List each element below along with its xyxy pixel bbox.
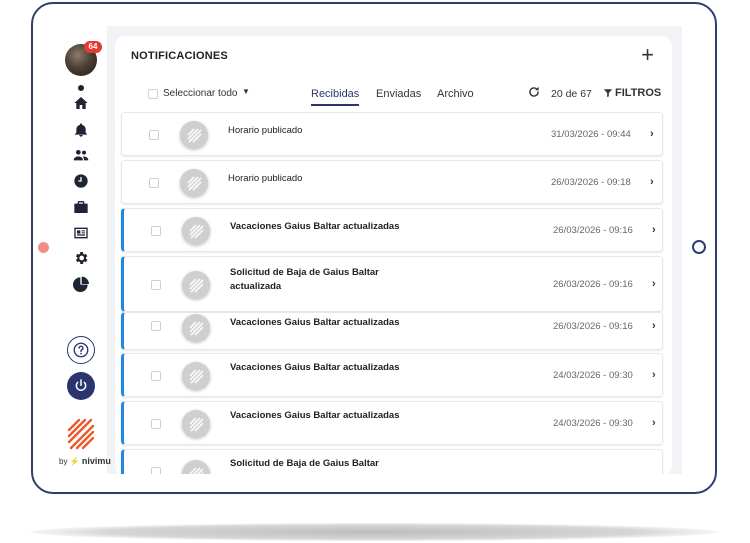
row-checkbox[interactable] <box>149 130 159 140</box>
notification-row[interactable]: Vacaciones Gaius Baltar actualizadas 24/… <box>121 401 663 445</box>
question-icon <box>73 342 89 358</box>
notification-date: 26/03/2026 - 09:16 <box>553 321 633 332</box>
brand-logo <box>67 418 95 450</box>
notification-date: 26/03/2026 - 09:16 <box>553 225 633 236</box>
notification-date: 24/03/2026 - 09:30 <box>553 370 633 381</box>
page-title: NOTIFICACIONES <box>131 50 228 62</box>
notification-avatar-icon <box>180 121 208 149</box>
chevron-right-icon[interactable]: › <box>650 176 654 188</box>
home-button[interactable] <box>692 240 706 254</box>
row-checkbox[interactable] <box>151 371 161 381</box>
row-checkbox[interactable] <box>151 226 161 236</box>
notification-avatar-icon <box>182 362 210 390</box>
notification-text: Vacaciones Gaius Baltar actualizadas <box>230 362 400 373</box>
help-button[interactable] <box>67 336 95 364</box>
chevron-right-icon[interactable]: › <box>652 278 656 290</box>
select-all-label[interactable]: Seleccionar todo <box>163 88 238 99</box>
notification-avatar-icon <box>182 314 210 342</box>
notification-count-badge: 64 <box>84 41 102 53</box>
id-card-icon[interactable] <box>71 224 91 242</box>
notification-avatar-icon <box>182 410 210 438</box>
notification-row[interactable]: Vacaciones Gaius Baltar actualizadas 26/… <box>121 208 663 252</box>
device-shadow <box>30 523 718 541</box>
brand-mark-icon: ⚡ <box>69 457 80 466</box>
notification-avatar-icon <box>182 271 210 299</box>
notification-text: Solicitud de Baja de Gaius Baltar <box>230 458 379 469</box>
notification-avatar-icon <box>180 169 208 197</box>
camera-dot <box>38 242 49 253</box>
toolbar: Seleccionar todo ▼ Recibidas Enviadas Ar… <box>115 84 672 112</box>
notification-date: 26/03/2026 - 09:16 <box>553 279 633 290</box>
select-all-checkbox[interactable] <box>148 89 158 99</box>
row-checkbox[interactable] <box>151 280 161 290</box>
brand-byline: by ⚡ nivimu <box>59 456 111 466</box>
row-checkbox[interactable] <box>149 178 159 188</box>
pagination-count: 20 de 67 <box>551 88 592 100</box>
people-icon[interactable] <box>71 146 91 164</box>
status-dot <box>78 85 84 91</box>
chevron-right-icon[interactable]: › <box>652 369 656 381</box>
filter-icon <box>603 89 613 98</box>
notification-avatar-icon <box>182 217 210 245</box>
notification-row[interactable]: Horario publicado 26/03/2026 - 09:18 › <box>121 160 663 204</box>
plus-icon[interactable]: + <box>641 44 654 66</box>
chevron-right-icon[interactable]: › <box>652 224 656 236</box>
notification-row[interactable]: Vacaciones Gaius Baltar actualizadas 24/… <box>121 353 663 397</box>
notification-avatar-icon <box>182 460 210 474</box>
notification-date: 31/03/2026 - 09:44 <box>551 129 631 140</box>
notification-text: Horario publicado <box>228 125 303 136</box>
row-checkbox[interactable] <box>151 321 161 331</box>
row-checkbox[interactable] <box>151 467 161 474</box>
notification-text: Horario publicado <box>228 173 303 184</box>
refresh-icon[interactable] <box>527 85 541 99</box>
power-icon <box>75 379 87 391</box>
briefcase-icon[interactable] <box>71 198 91 216</box>
logout-button[interactable] <box>67 372 95 400</box>
tab-recibidas[interactable]: Recibidas <box>311 88 360 106</box>
home-icon[interactable] <box>71 94 91 112</box>
notification-row[interactable]: Horario publicado 31/03/2026 - 09:44 › <box>121 112 663 156</box>
bell-icon[interactable] <box>71 121 91 139</box>
notification-text: Vacaciones Gaius Baltar actualizadas <box>230 410 400 421</box>
notification-row[interactable]: Vacaciones Gaius Baltar actualizadas 26/… <box>121 312 663 350</box>
notification-row[interactable]: Solicitud de Baja de Gaius Baltar <box>121 449 663 474</box>
chevron-right-icon[interactable]: › <box>652 417 656 429</box>
sidebar: 64 by ⚡ nivimu <box>55 26 111 474</box>
chevron-right-icon[interactable]: › <box>652 320 656 332</box>
row-checkbox[interactable] <box>151 419 161 429</box>
notification-text: Solicitud de Baja de Gaius Baltar actual… <box>230 267 379 292</box>
notifications-panel: NOTIFICACIONES + Seleccionar todo ▼ Reci… <box>115 36 672 474</box>
gear-icon[interactable] <box>71 249 91 267</box>
pie-chart-icon[interactable] <box>71 275 91 293</box>
brand-name: nivimu <box>81 456 111 466</box>
tab-archivo[interactable]: Archivo <box>437 88 474 100</box>
clock-icon[interactable] <box>71 172 91 190</box>
chevron-right-icon[interactable]: › <box>650 128 654 140</box>
notification-date: 24/03/2026 - 09:30 <box>553 418 633 429</box>
notification-text: Vacaciones Gaius Baltar actualizadas <box>230 317 400 328</box>
chevron-down-icon[interactable]: ▼ <box>242 87 250 96</box>
notification-text: Vacaciones Gaius Baltar actualizadas <box>230 221 400 232</box>
tab-enviadas[interactable]: Enviadas <box>376 88 421 100</box>
filters-button[interactable]: FILTROS <box>603 87 661 99</box>
app-screen: 64 by ⚡ nivimu NOTIFICACIONES + Seleccio… <box>55 26 682 474</box>
notification-row[interactable]: Solicitud de Baja de Gaius Baltar actual… <box>121 256 663 312</box>
notification-date: 26/03/2026 - 09:18 <box>551 177 631 188</box>
